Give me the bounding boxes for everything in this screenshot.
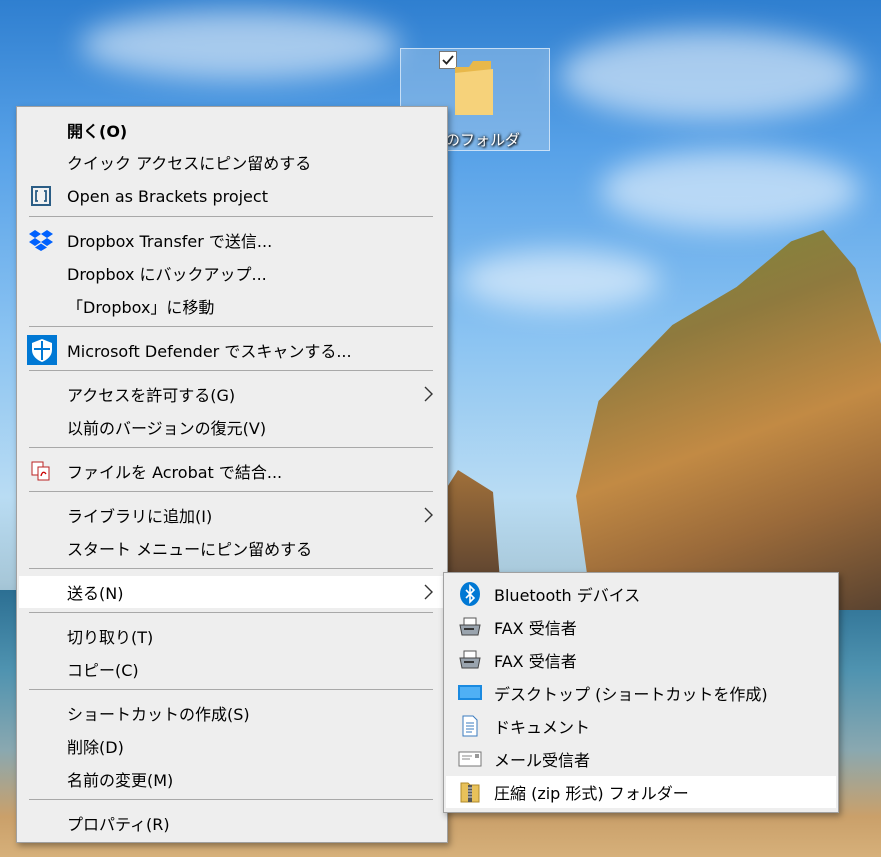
submenu-item-label: 圧縮 (zip 形式) フォルダー (494, 784, 689, 803)
menu-item-delete[interactable]: 削除(D) (19, 730, 445, 762)
menu-item-label: ショートカットの作成(S) (67, 705, 250, 724)
menu-separator (29, 799, 433, 800)
documents-icon (458, 714, 482, 738)
chevron-right-icon (423, 584, 433, 604)
desktop-icon (458, 681, 482, 705)
menu-item-label: Open as Brackets project (67, 186, 268, 206)
menu-item-label: 「Dropbox」に移動 (67, 298, 215, 317)
menu-item-copy[interactable]: コピー(C) (19, 653, 445, 685)
menu-item-give-access[interactable]: アクセスを許可する(G) (19, 378, 445, 410)
context-menu: 開く(O) クイック アクセスにピン留めする Open as Brackets … (16, 106, 448, 843)
menu-item-label: 開く(O) (67, 122, 128, 141)
menu-separator (29, 370, 433, 371)
submenu-item-label: FAX 受信者 (494, 619, 577, 638)
menu-item-open[interactable]: 開く(O) (19, 114, 445, 146)
menu-separator (29, 612, 433, 613)
menu-separator (29, 216, 433, 217)
submenu-item-bluetooth[interactable]: Bluetooth デバイス (446, 578, 836, 610)
menu-item-open-brackets[interactable]: Open as Brackets project (19, 180, 445, 212)
menu-item-acrobat-combine[interactable]: ファイルを Acrobat で結合... (19, 455, 445, 487)
menu-item-add-to-library[interactable]: ライブラリに追加(I) (19, 499, 445, 531)
send-to-submenu: Bluetooth デバイス FAX 受信者 FAX 受信者 デスクトップ (シ… (443, 572, 839, 813)
zip-folder-icon (458, 780, 482, 804)
menu-item-dropbox-transfer[interactable]: Dropbox Transfer で送信... (19, 224, 445, 256)
submenu-item-label: メール受信者 (494, 751, 591, 770)
menu-separator (29, 326, 433, 327)
menu-item-label: ファイルを Acrobat で結合... (67, 463, 283, 482)
menu-item-properties[interactable]: プロパティ(R) (19, 807, 445, 839)
menu-item-send-to[interactable]: 送る(N) (19, 576, 445, 608)
menu-item-label: 以前のバージョンの復元(V) (67, 419, 267, 438)
menu-separator (29, 689, 433, 690)
menu-item-create-shortcut[interactable]: ショートカットの作成(S) (19, 697, 445, 729)
mail-icon (458, 747, 482, 771)
menu-item-defender-scan[interactable]: Microsoft Defender でスキャンする... (19, 334, 445, 366)
menu-item-label: Dropbox にバックアップ... (67, 265, 267, 284)
submenu-item-zip-folder[interactable]: 圧縮 (zip 形式) フォルダー (446, 776, 836, 808)
submenu-item-label: デスクトップ (ショートカットを作成) (494, 685, 768, 704)
menu-item-cut[interactable]: 切り取り(T) (19, 620, 445, 652)
menu-item-dropbox-backup[interactable]: Dropbox にバックアップ... (19, 257, 445, 289)
submenu-item-label: FAX 受信者 (494, 652, 577, 671)
menu-item-label: 名前の変更(M) (67, 771, 174, 790)
submenu-item-fax[interactable]: FAX 受信者 (446, 644, 836, 676)
fax-icon (458, 615, 482, 639)
brackets-icon (29, 184, 53, 208)
menu-item-pin-start[interactable]: スタート メニューにピン留めする (19, 532, 445, 564)
menu-item-label: スタート メニューにピン留めする (67, 540, 313, 559)
menu-item-label: アクセスを許可する(G) (67, 386, 236, 405)
dropbox-icon (29, 228, 53, 252)
menu-separator (29, 447, 433, 448)
defender-shield-icon (27, 335, 57, 365)
menu-item-label: 切り取り(T) (67, 628, 154, 647)
folder-icon (451, 57, 497, 121)
menu-item-label: 削除(D) (67, 738, 124, 757)
chevron-right-icon (423, 386, 433, 406)
submenu-item-mail-recipient[interactable]: メール受信者 (446, 743, 836, 775)
menu-separator (29, 491, 433, 492)
fax-icon (458, 648, 482, 672)
menu-item-label: コピー(C) (67, 661, 139, 680)
submenu-item-fax[interactable]: FAX 受信者 (446, 611, 836, 643)
chevron-right-icon (423, 507, 433, 527)
menu-separator (29, 568, 433, 569)
submenu-item-label: Bluetooth デバイス (494, 586, 641, 605)
menu-item-label: クイック アクセスにピン留めする (67, 154, 312, 173)
acrobat-icon (29, 459, 53, 483)
menu-item-label: プロパティ(R) (67, 815, 170, 834)
menu-item-rename[interactable]: 名前の変更(M) (19, 763, 445, 795)
menu-item-label: Dropbox Transfer で送信... (67, 232, 273, 251)
menu-item-label: ライブラリに追加(I) (67, 507, 213, 526)
menu-item-label: Microsoft Defender でスキャンする... (67, 342, 352, 361)
menu-item-pin-quick-access[interactable]: クイック アクセスにピン留めする (19, 146, 445, 178)
bluetooth-icon (458, 582, 482, 606)
menu-item-restore-versions[interactable]: 以前のバージョンの復元(V) (19, 411, 445, 443)
submenu-item-documents[interactable]: ドキュメント (446, 710, 836, 742)
menu-item-move-to-dropbox[interactable]: 「Dropbox」に移動 (19, 290, 445, 322)
submenu-item-label: ドキュメント (494, 718, 591, 737)
menu-item-label: 送る(N) (67, 584, 124, 603)
submenu-item-desktop-shortcut[interactable]: デスクトップ (ショートカットを作成) (446, 677, 836, 709)
